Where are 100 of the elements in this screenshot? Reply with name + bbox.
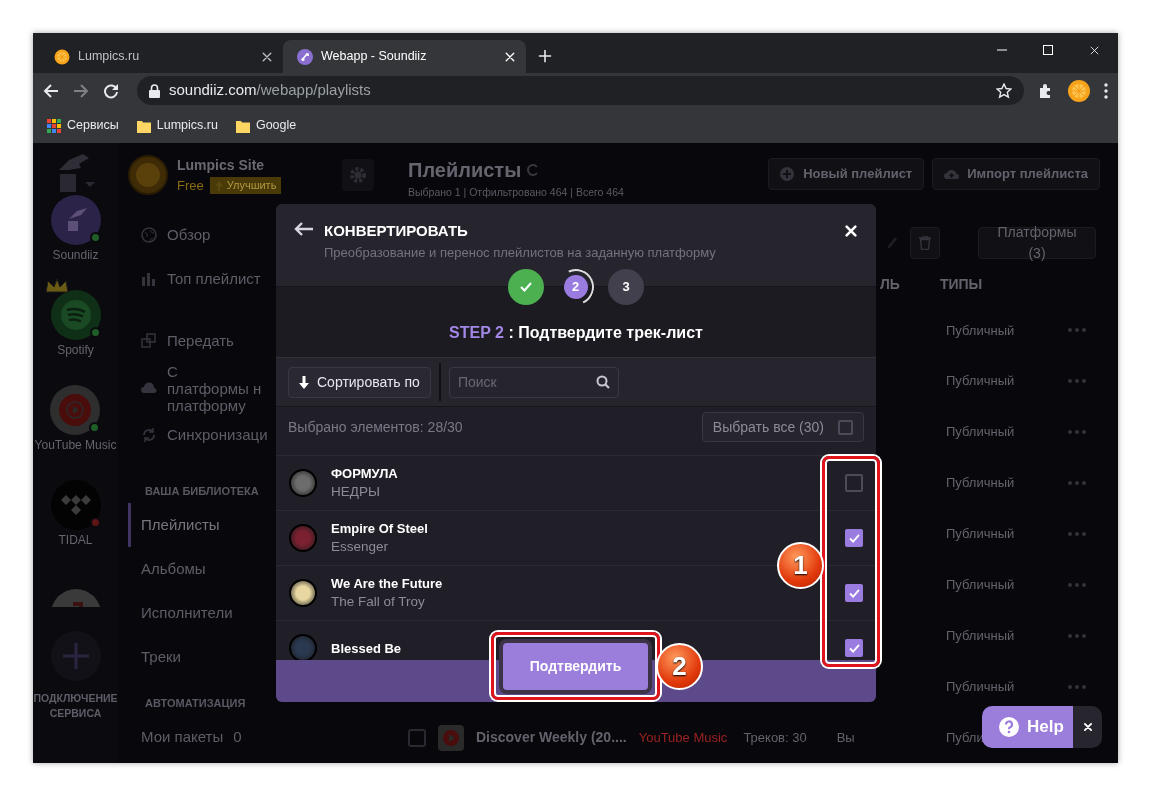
service-logo[interactable] <box>50 290 101 340</box>
nav-item[interactable]: Передать <box>128 319 240 363</box>
service-logo[interactable] <box>50 480 101 530</box>
more-icon[interactable] <box>1068 379 1086 384</box>
more-icon[interactable] <box>1068 531 1086 536</box>
nav-item[interactable]: Альбомы <box>128 547 212 591</box>
folder-icon <box>136 118 151 133</box>
plus-circle-icon <box>780 167 797 181</box>
more-icon[interactable] <box>1068 633 1086 638</box>
address-bar[interactable]: soundiiz.com/webapp/playlists <box>137 76 1024 105</box>
platform-name: YouTube Music <box>638 728 728 747</box>
service-name: YouTube Music <box>34 439 117 452</box>
star-icon[interactable] <box>996 82 1012 99</box>
sort-button[interactable]: Сортировать по <box>288 366 431 398</box>
add-service-label[interactable]: ПОДКЛЮЧЕНИЕ СЕРВИСА <box>33 691 118 721</box>
playlist-type: Публичный <box>946 373 1015 389</box>
modal-title: КОНВЕРТИРОВАТЬ <box>324 221 469 241</box>
refresh-icon[interactable] <box>527 164 540 176</box>
nav-item[interactable]: Топ плейлист <box>128 257 267 301</box>
track-title: We Are the Future <box>331 575 443 592</box>
youtube-icon <box>438 724 464 751</box>
action-button[interactable]: Новый плейлист <box>768 158 925 190</box>
track-title: ФОРМУЛА <box>331 465 398 482</box>
delete-button[interactable] <box>910 226 940 259</box>
page-title: Плейлисты <box>408 158 522 183</box>
new-tab-icon[interactable] <box>538 49 552 63</box>
forward-arrow-icon[interactable] <box>73 82 89 99</box>
menu-icon[interactable] <box>1104 82 1108 99</box>
checkbox[interactable] <box>845 474 863 492</box>
avatar-icon[interactable] <box>1068 79 1090 102</box>
maximize-icon[interactable] <box>1043 45 1053 55</box>
bookmark[interactable]: Lumpics.ru <box>136 116 218 135</box>
section-heading: АВТОМАТИЗАЦИЯ <box>144 695 246 711</box>
more-icon[interactable] <box>1068 684 1086 689</box>
checkbox[interactable] <box>845 639 863 657</box>
back-arrow-icon[interactable] <box>43 82 59 99</box>
close-icon[interactable] <box>1089 45 1100 56</box>
favicon-icon <box>297 48 313 65</box>
platforms-button[interactable]: Платформы (3) <box>978 226 1096 259</box>
search-field[interactable]: Поиск <box>448 366 619 398</box>
playlist-type: Публичный <box>946 322 1015 338</box>
upgrade-badge[interactable]: Улучшить <box>209 177 282 194</box>
nav-item[interactable]: Обзор <box>128 213 217 257</box>
account-name: Lumpics Site <box>177 155 266 175</box>
more-icon[interactable] <box>1068 582 1086 587</box>
section-heading: ВАША БИБЛИОТЕКА <box>144 483 259 499</box>
close-icon[interactable] <box>504 50 516 63</box>
check-icon <box>848 588 860 598</box>
bookmark[interactable]: Сервисы <box>47 116 119 135</box>
playlist-type: Публичный <box>946 577 1015 593</box>
checkbox[interactable] <box>838 419 853 435</box>
nav-item[interactable]: Плейлисты <box>128 503 226 547</box>
column-header: ЛЬ <box>880 275 900 295</box>
check-icon <box>520 282 532 292</box>
nav-item[interactable]: Синхронизаци <box>128 413 274 457</box>
selection-count: Выбрано элементов: 28/30 <box>288 417 464 437</box>
select-all-button[interactable]: Выбрать все (30) <box>701 412 864 442</box>
playlist-type: Публичный <box>946 475 1015 491</box>
album-cover <box>289 579 317 607</box>
back-arrow-icon[interactable] <box>294 221 314 237</box>
nav-item[interactable]: С платформы н платформу <box>128 363 268 413</box>
playlist-type: Публичный <box>946 424 1015 440</box>
service-logo[interactable] <box>50 385 101 435</box>
checkbox[interactable] <box>845 529 863 547</box>
action-button[interactable]: Импорт плейлиста <box>932 158 1100 190</box>
track-count: Треков: 30 <box>743 728 807 747</box>
browser-tab[interactable]: Lumpics.ru <box>40 40 283 73</box>
modal-subtitle: Преобразование и перенос плейлистов на заданную платформу <box>324 244 717 262</box>
check-icon <box>848 533 860 543</box>
service-name: Spotify <box>57 344 94 357</box>
more-icon[interactable] <box>1068 430 1086 435</box>
nav-label[interactable]: Мои пакеты <box>141 725 224 749</box>
nav-icon <box>141 427 157 443</box>
nav-item[interactable]: Исполнители <box>128 591 239 635</box>
settings-icon <box>349 166 367 184</box>
browser-tab[interactable]: Webapp - Soundiiz <box>283 40 526 73</box>
close-button[interactable] <box>1073 706 1102 748</box>
playlist-name[interactable]: Discover Weekly (20.... <box>476 727 627 748</box>
row-checkbox[interactable] <box>408 728 426 747</box>
checkbox[interactable] <box>845 584 863 602</box>
step-heading: STEP 2 : Подтвердите трек-лист <box>449 323 703 343</box>
nav-icon <box>141 271 157 287</box>
album-cover <box>289 524 317 552</box>
nav-item[interactable]: Треки <box>128 635 187 679</box>
close-icon[interactable] <box>844 224 858 238</box>
album-cover <box>289 634 317 660</box>
cloud-upload-icon <box>944 167 961 181</box>
playlist-type: Публичный <box>946 627 1015 643</box>
arrow-down-icon <box>299 375 309 389</box>
reload-icon[interactable] <box>103 82 119 99</box>
service-logo[interactable] <box>50 195 101 245</box>
search-icon[interactable] <box>595 374 610 389</box>
close-icon[interactable] <box>261 50 273 63</box>
more-icon[interactable] <box>1068 328 1086 333</box>
bookmark[interactable]: Google <box>235 116 297 135</box>
track-artist: Essenger <box>331 538 390 556</box>
playlist-type: Публичный <box>946 526 1015 542</box>
more-icon[interactable] <box>1068 481 1086 485</box>
playlist-type: Публичный <box>946 678 1015 694</box>
help-button[interactable]: Help <box>982 706 1073 748</box>
